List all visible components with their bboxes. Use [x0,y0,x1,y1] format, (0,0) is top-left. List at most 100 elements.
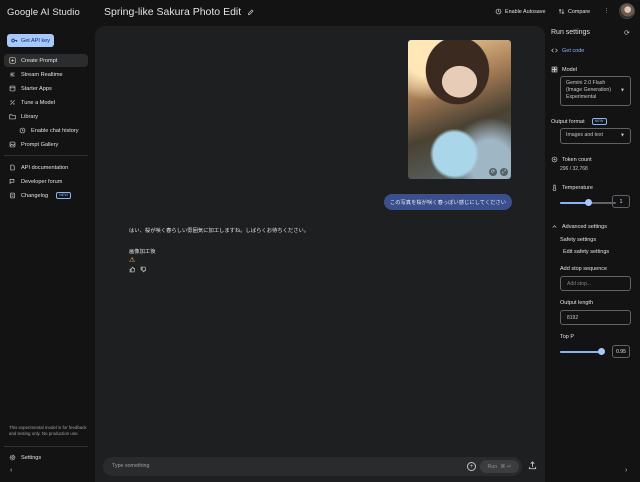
tune-icon [9,99,16,106]
sidebar-item-create-prompt[interactable]: Create Prompt [4,54,88,67]
output-length-input[interactable]: 8192 [560,310,631,325]
run-shortcut: ⌘ ↵ [500,463,512,470]
top-p-slider-fill [560,351,602,353]
temperature-label: Temperature [562,184,593,191]
sidebar-link-changelog[interactable]: Changelog NEW [4,189,88,202]
edit-pencil-icon[interactable] [247,9,254,16]
stream-icon [9,71,16,78]
new-badge: NEW [56,192,71,199]
sidebar-link-label: Developer forum [21,178,63,185]
compare-button[interactable]: Compare [558,8,590,15]
run-settings-title: Run settings [551,29,590,36]
thermometer-icon [551,184,558,191]
output-format-select[interactable]: Images and text ▼ [560,128,631,144]
thumbs-up-icon[interactable] [129,266,136,275]
advanced-settings-label: Advanced settings [562,223,607,230]
model-select[interactable]: Gemini 2.0 Flash (Image Generation) Expe… [560,76,631,106]
run-button[interactable]: Run ⌘ ↵ [480,460,519,473]
collapse-sidebar-chevron-icon[interactable]: ‹ [10,467,12,474]
top-p-slider-handle[interactable] [598,348,606,355]
compare-label: Compare [568,8,591,15]
more-options-icon[interactable]: ⋮ [604,8,609,14]
dropdown-arrow-icon: ▼ [620,132,625,139]
experimental-note: This experimental model is for feedback … [9,425,87,437]
compare-icon [558,8,565,15]
sidebar-item-tune-model[interactable]: Tune a Model [4,96,88,109]
model-response-label: 画像加工後 [129,249,156,255]
reset-settings-icon[interactable]: ⟳ [624,29,630,37]
sidebar-item-label: Enable chat history [31,127,79,134]
temperature-input[interactable]: 1 [612,195,630,208]
thumbs-down-icon[interactable] [140,266,147,275]
temperature-slider-handle[interactable] [584,199,592,206]
edit-safety-settings-link[interactable]: Edit safety settings [563,249,609,255]
sidebar-item-label: Prompt Gallery [21,141,59,148]
user-message-bubble: この写真を桜が咲く春っぽい感じにしてください [384,194,512,210]
model-section-label: Model [551,66,577,73]
enable-autosave-label: Enable Autosave [505,8,546,15]
image-expand-icon[interactable]: ⤢ [500,168,508,176]
run-label: Run [487,463,498,470]
sidebar-link-developer-forum[interactable]: Developer forum [4,175,88,188]
changelog-icon [9,192,16,199]
model-grid-icon [551,66,558,73]
gallery-icon [9,141,16,148]
prompt-input-bar[interactable]: Type something + Run ⌘ ↵ [103,457,522,476]
edited-sakura-photo[interactable]: ⟳ ⤢ [408,40,511,179]
sidebar-item-starter-apps[interactable]: Starter Apps [4,82,88,95]
sidebar-item-library[interactable]: Library [4,110,88,123]
output-format-select-value: Images and text [566,132,603,138]
advanced-settings-toggle[interactable]: Advanced settings [551,223,607,230]
top-p-input[interactable]: 0.95 [612,345,630,358]
sidebar-item-label: Stream Realtime [21,71,63,78]
safety-settings-label: Safety settings [560,237,597,243]
dropdown-arrow-icon: ▼ [620,87,625,94]
token-icon [551,156,558,163]
chat-panel: ⟳ ⤢ この写真を桜が咲く春っぽい感じにしてください はい、桜が咲く春らしい雰囲… [95,26,545,482]
output-format-label: Output format [551,118,585,125]
get-api-key-button[interactable]: Get API key [7,34,54,47]
token-count-label: Token count [562,156,592,163]
sidebar-link-api-documentation[interactable]: API documentation [4,161,88,174]
get-code-label: Get code [562,47,585,54]
avatar[interactable] [619,3,635,19]
sidebar-item-label: Tune a Model [21,99,55,106]
top-p-slider[interactable] [560,348,606,355]
sidebar-item-settings[interactable]: Settings [4,451,88,464]
sidebar-item-prompt-gallery[interactable]: Prompt Gallery [4,138,88,151]
enable-autosave-button[interactable]: Enable Autosave [495,8,545,15]
prompt-input[interactable]: Type something [112,463,149,469]
code-icon [551,47,558,54]
sidebar-item-stream-realtime[interactable]: Stream Realtime [4,68,88,81]
token-count-value: 296 / 32,768 [560,166,588,172]
new-badge: NEW [591,118,607,125]
image-action-icon[interactable]: ⟳ [489,168,497,176]
sidebar-divider [4,446,88,447]
folder-icon [9,113,16,120]
sidebar-item-label: Library [21,113,39,120]
get-code-link[interactable]: Get code [551,47,584,54]
forum-icon [9,178,16,185]
chevron-up-icon [551,223,558,230]
gear-icon [9,454,16,461]
add-media-icon[interactable]: + [467,462,476,471]
brand-logo[interactable]: Google AI Studio [7,7,80,18]
output-format-section-label: Output format NEW [551,118,607,125]
model-label: Model [562,66,577,73]
model-response-text: はい、桜が咲く春らしい雰囲気に加工しますね。しばらくお待ちください。 [129,228,310,234]
collapse-panel-chevron-icon[interactable]: › [625,467,627,474]
temperature-slider[interactable] [560,199,616,206]
upload-icon[interactable] [528,461,537,472]
sidebar-item-label: Settings [21,454,42,461]
run-settings-panel: Run settings ⟳ Get code Model Gemini 2.0… [545,26,640,482]
output-length-label: Output length [560,300,594,306]
sidebar-link-label: API documentation [21,164,69,171]
key-icon [11,37,18,44]
sidebar-item-label: Starter Apps [21,85,52,92]
top-p-label: Top P [560,334,575,340]
stop-sequence-input[interactable]: Add stop... [560,276,631,291]
sidebar-item-enable-chat-history[interactable]: Enable chat history [14,124,88,137]
history-icon [19,127,26,134]
temperature-slider-fill [560,202,588,204]
temperature-section-label: Temperature [551,184,593,191]
